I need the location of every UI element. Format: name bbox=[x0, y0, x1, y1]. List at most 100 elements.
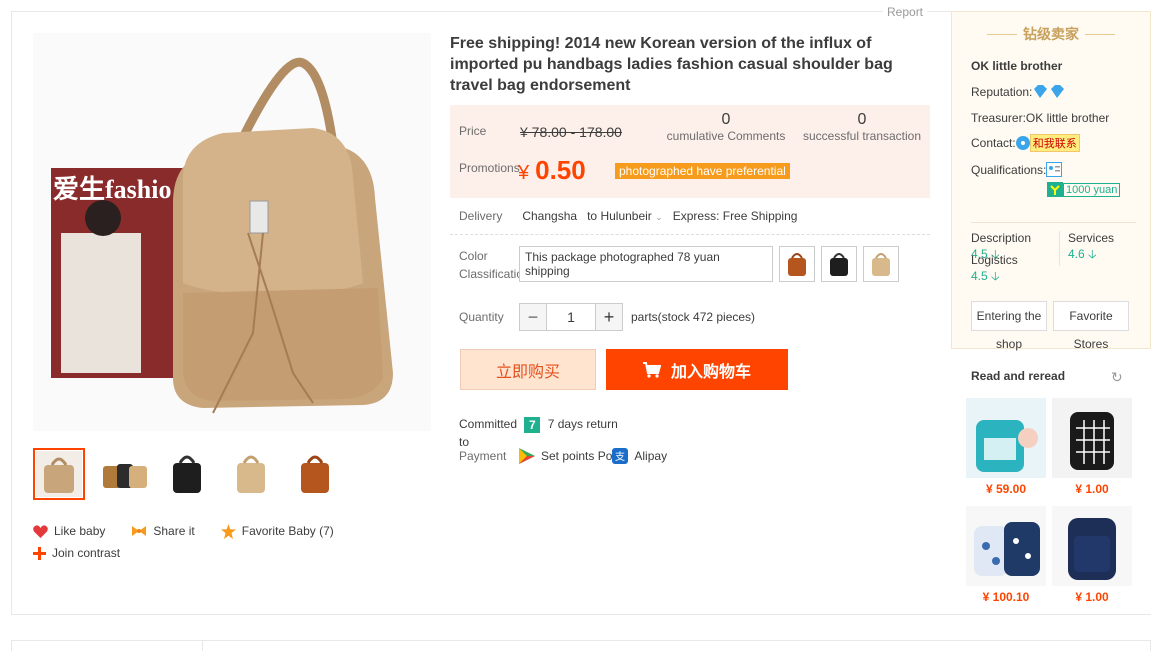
thumbnail-1[interactable] bbox=[33, 448, 85, 500]
bow-icon bbox=[132, 526, 147, 536]
thumbnail-3[interactable] bbox=[161, 448, 213, 500]
like-baby-button[interactable]: Like baby bbox=[33, 524, 105, 538]
star-icon bbox=[220, 523, 236, 539]
rec-price-2: ¥ 1.00 bbox=[1075, 482, 1109, 496]
quantity-input[interactable]: 1 bbox=[547, 303, 595, 331]
thumbnail-strip bbox=[33, 448, 341, 500]
treasurer-label: Treasurer: bbox=[971, 111, 1026, 125]
deposit-icon bbox=[1047, 182, 1063, 197]
color-label: Color Classificatio bbox=[459, 247, 519, 283]
join-contrast-button[interactable]: Join contrast bbox=[33, 546, 120, 560]
contact-row: Contact: 和我联系 bbox=[971, 134, 1080, 152]
thumbnail-5[interactable] bbox=[289, 448, 341, 500]
buy-now-button[interactable]: 立即购买 bbox=[460, 349, 596, 390]
transactions-stat[interactable]: 0 successful transaction bbox=[800, 111, 924, 143]
report-link[interactable]: Report bbox=[883, 5, 928, 19]
rec-item-4[interactable]: ¥ 1.00 bbox=[1052, 506, 1132, 604]
seller-level-header: 钻级卖家 bbox=[952, 24, 1150, 44]
points-icon bbox=[519, 448, 535, 464]
comments-count: 0 bbox=[721, 111, 731, 128]
seller-level-title: 钻级卖家 bbox=[1023, 26, 1079, 42]
stock-text: parts(stock 472 pieces) bbox=[631, 310, 756, 324]
transactions-count: 0 bbox=[857, 111, 867, 128]
share-button[interactable]: Share it bbox=[131, 524, 195, 538]
price-label: Price bbox=[459, 124, 487, 138]
color-row: Color Classificatio This package photogr… bbox=[450, 246, 930, 283]
cart-icon bbox=[642, 361, 661, 378]
enter-shop-button[interactable]: Entering the shop bbox=[971, 301, 1047, 351]
contact-label: Contact: bbox=[971, 136, 1016, 150]
original-price: ¥ 78.00 - 178.00 bbox=[520, 124, 622, 140]
qualifications-row: Qualifications: bbox=[971, 162, 1063, 177]
quantity-row: Quantity − 1 + parts(stock 472 pieces) bbox=[450, 303, 930, 331]
services-score: 4.6 bbox=[1068, 247, 1085, 261]
return-text[interactable]: 7 days return bbox=[548, 417, 618, 431]
chevron-down-icon: ⌄ bbox=[655, 212, 663, 222]
product-actions: Like baby Share it Favorite Baby (7) Joi… bbox=[33, 522, 334, 562]
promo-price: ¥ 0.50 bbox=[518, 155, 586, 186]
thumbnail-4[interactable] bbox=[225, 448, 277, 500]
diamond-icon[interactable] bbox=[1032, 85, 1066, 99]
down-arrow-icon: 🡣 bbox=[991, 269, 1000, 283]
delivery-to: Hulunbeir bbox=[600, 209, 652, 223]
plus-icon bbox=[33, 546, 46, 560]
transactions-label: successful transaction bbox=[802, 129, 922, 143]
seller-panel: 钻级卖家 OK little brother Reputation: Treas… bbox=[951, 11, 1151, 351]
delivery-row: Delivery Changsha to Hulunbeir ⌄ Express… bbox=[450, 209, 930, 235]
rec-item-1[interactable]: ¥ 59.00 bbox=[966, 398, 1046, 496]
down-arrow-icon: 🡣 bbox=[1088, 247, 1097, 261]
rec-price-3: ¥ 100.10 bbox=[982, 590, 1030, 604]
services-label: Services bbox=[1068, 231, 1115, 245]
svg-text:支: 支 bbox=[615, 451, 625, 463]
delivery-label: Delivery bbox=[459, 209, 503, 223]
sku-option-text[interactable]: This package photographed 78 yuan shippi… bbox=[519, 246, 773, 282]
buy-row: 立即购买 加入购物车 bbox=[450, 349, 930, 390]
thumbnail-2[interactable] bbox=[97, 448, 149, 500]
seven-days-icon: 7 bbox=[524, 416, 541, 433]
description-label: Description bbox=[971, 231, 1032, 245]
seller-name[interactable]: OK little brother bbox=[971, 59, 1062, 73]
delivery-destination[interactable]: Hulunbeir ⌄ bbox=[600, 209, 662, 223]
favorite-store-button[interactable]: Favorite Stores bbox=[1053, 301, 1129, 351]
favorite-store-line1: Favorite bbox=[1069, 309, 1113, 323]
share-label: Share it bbox=[153, 524, 195, 538]
rec-price-1: ¥ 59.00 bbox=[985, 482, 1027, 496]
qualifications-label: Qualifications: bbox=[971, 162, 1047, 177]
quantity-minus-button[interactable]: − bbox=[519, 303, 547, 331]
delivery-from: Changsha bbox=[522, 209, 578, 223]
favorite-baby-button[interactable]: Favorite Baby (7) bbox=[220, 523, 334, 539]
delivery-to-word: to bbox=[587, 209, 598, 223]
main-product-image[interactable]: 爱生fashio bbox=[33, 33, 431, 431]
delivery-shipping: Express: Free Shipping bbox=[672, 209, 798, 223]
refresh-icon[interactable]: ↻ bbox=[1111, 369, 1123, 386]
promise-block: Committed 7 7 days return to Payment Set… bbox=[450, 415, 930, 465]
sku-option-beige[interactable] bbox=[863, 246, 899, 282]
like-baby-label: Like baby bbox=[54, 524, 106, 538]
add-to-cart-button[interactable]: 加入购物车 bbox=[606, 349, 788, 390]
comments-label: cumulative Comments bbox=[666, 129, 786, 143]
rec-image-2 bbox=[1052, 398, 1132, 478]
deposit-amount: 1000 yuan bbox=[1063, 182, 1121, 197]
reread-title: Read and reread bbox=[971, 369, 1066, 383]
quantity-label: Quantity bbox=[459, 310, 504, 324]
promo-label: Promotions bbox=[459, 161, 520, 175]
promo-price-value: 0.50 bbox=[535, 155, 586, 185]
enter-shop-line1: Entering the bbox=[976, 309, 1042, 323]
logistics-score: 4.5 bbox=[971, 269, 988, 283]
rec-image-1 bbox=[966, 398, 1046, 478]
heart-icon bbox=[33, 524, 48, 538]
promo-tag: photographed have preferential bbox=[615, 163, 790, 179]
sku-option-brown[interactable] bbox=[779, 246, 815, 282]
rec-image-4 bbox=[1052, 506, 1132, 586]
id-card-icon[interactable] bbox=[1046, 162, 1063, 177]
alipay-icon: 支 bbox=[612, 448, 629, 464]
rec-item-3[interactable]: ¥ 100.10 bbox=[966, 506, 1046, 604]
contact-button[interactable]: 和我联系 bbox=[1029, 134, 1080, 152]
pay-method-alipay: Alipay bbox=[634, 449, 668, 463]
comments-stat[interactable]: 0 cumulative Comments bbox=[666, 111, 786, 143]
quantity-plus-button[interactable]: + bbox=[595, 303, 623, 331]
deposit-row[interactable]: 1000 yuan bbox=[1047, 182, 1121, 197]
promo-currency: ¥ bbox=[518, 162, 530, 184]
rec-item-2[interactable]: ¥ 1.00 bbox=[1052, 398, 1132, 496]
sku-option-black[interactable] bbox=[821, 246, 857, 282]
